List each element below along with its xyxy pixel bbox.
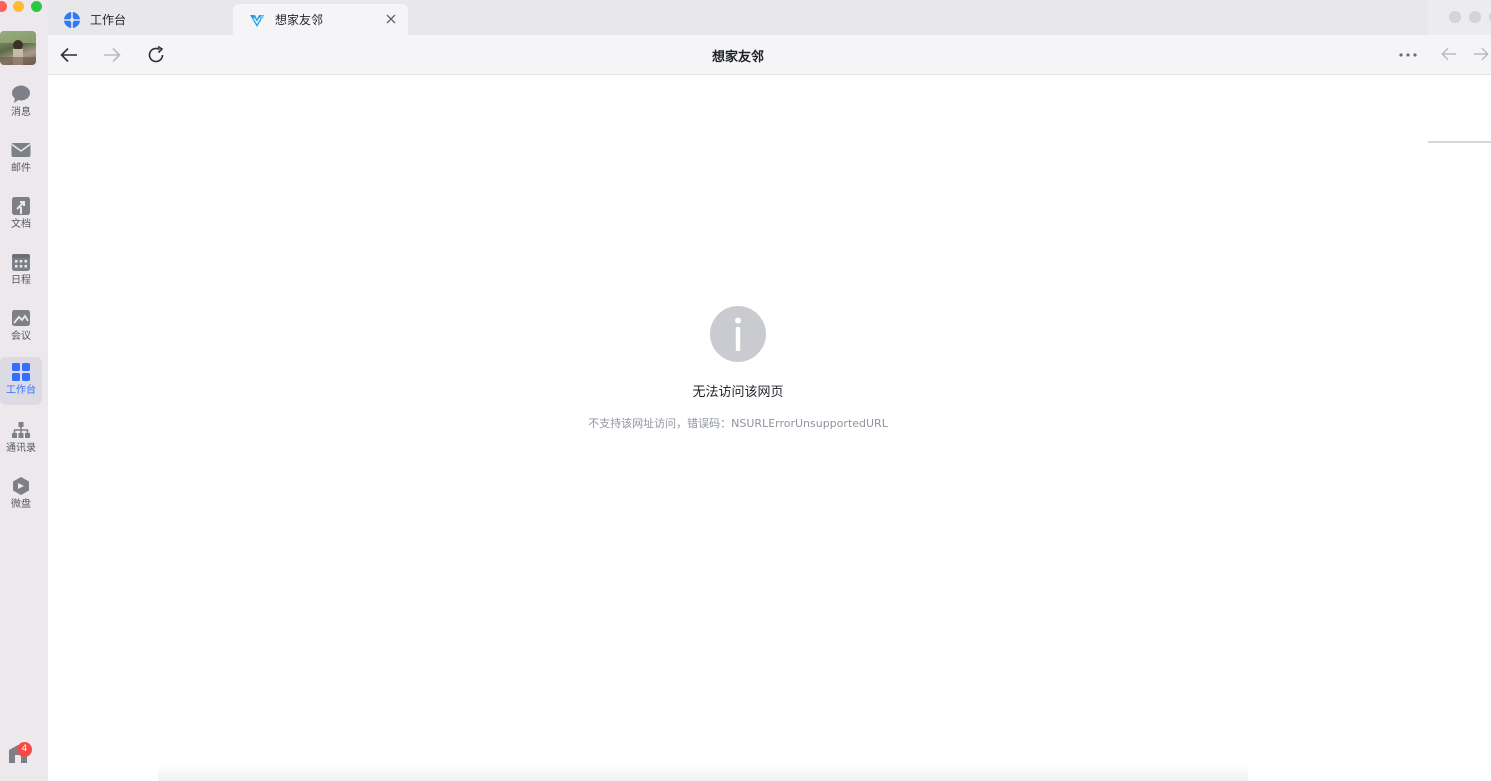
calendar-icon: [12, 254, 30, 271]
close-tab-button[interactable]: [384, 12, 398, 26]
arrow-right-icon[interactable]: [1472, 45, 1490, 63]
drive-icon: [13, 477, 29, 495]
sidebar-item-mail[interactable]: 邮件: [0, 135, 42, 183]
sidebar-item-label: 消息: [11, 107, 31, 118]
background-window-titlebar: [1428, 0, 1491, 35]
webview-content: 无法访问该网页 不支持该网址访问，错误码：NSURLErrorUnsupport…: [48, 75, 1428, 781]
sidebar-item-label: 微盘: [11, 499, 31, 510]
tab-label: 工作台: [90, 13, 127, 27]
sidebar-item-messages[interactable]: 消息: [0, 79, 42, 127]
tab-label: 想家友邻: [275, 13, 324, 27]
sidebar-item-label: 邮件: [11, 163, 31, 174]
minimize-window-button[interactable]: [13, 1, 24, 12]
background-window-close-button[interactable]: [1449, 11, 1461, 23]
miniapp-logo-icon: [250, 14, 264, 27]
background-window-minimize-button[interactable]: [1469, 11, 1481, 23]
meeting-icon: [12, 310, 30, 326]
arrow-left-icon[interactable]: [1440, 45, 1458, 63]
contacts-tree-icon: [12, 422, 30, 438]
workbench-logo-icon: [64, 11, 80, 28]
notification-badge: 4: [17, 742, 32, 757]
workbench-grid-icon: [12, 363, 30, 381]
sidebar: 消息 邮件 文档 日程 会议 工作台 通讯录 微盘 4: [0, 0, 48, 781]
close-icon: [386, 14, 396, 24]
sidebar-item-label: 文档: [11, 219, 31, 230]
error-title: 无法访问该网页: [692, 385, 784, 400]
sidebar-item-label: 工作台: [6, 385, 36, 396]
sidebar-item-label: 会议: [11, 331, 31, 342]
background-window: [1428, 0, 1491, 781]
close-window-button[interactable]: [0, 1, 7, 12]
sidebar-item-contacts[interactable]: 通讯录: [0, 415, 42, 463]
info-icon: [710, 306, 766, 362]
browser-toolbar: 想家友邻: [48, 35, 1428, 75]
document-icon: [12, 197, 30, 215]
sidebar-item-label: 日程: [11, 275, 31, 286]
mail-icon: [11, 143, 31, 157]
sidebar-item-docs[interactable]: 文档: [0, 191, 42, 239]
background-window-toolbar: [1428, 35, 1491, 75]
error-description: 不支持该网址访问，错误码：NSURLErrorUnsupportedURL: [588, 417, 888, 430]
sidebar-item-label: 通讯录: [6, 443, 36, 454]
more-dots-icon[interactable]: [1398, 45, 1418, 65]
bottom-shadow: [158, 765, 1248, 781]
page-title: 想家友邻: [711, 50, 764, 65]
tab-miniapp[interactable]: 想家友邻: [233, 4, 408, 35]
sidebar-item-meeting[interactable]: 会议: [0, 303, 42, 351]
chat-bubble-icon: [12, 85, 30, 103]
tab-workbench[interactable]: 工作台: [48, 4, 228, 35]
sidebar-item-calendar[interactable]: 日程: [0, 247, 42, 295]
avatar[interactable]: [0, 31, 36, 65]
tab-bar: 工作台 想家友邻: [48, 0, 1428, 35]
zoom-window-button[interactable]: [31, 1, 42, 12]
background-window-panel: [1428, 75, 1491, 143]
sidebar-item-workbench[interactable]: 工作台: [0, 357, 42, 405]
sidebar-item-drive[interactable]: 微盘: [0, 471, 42, 519]
